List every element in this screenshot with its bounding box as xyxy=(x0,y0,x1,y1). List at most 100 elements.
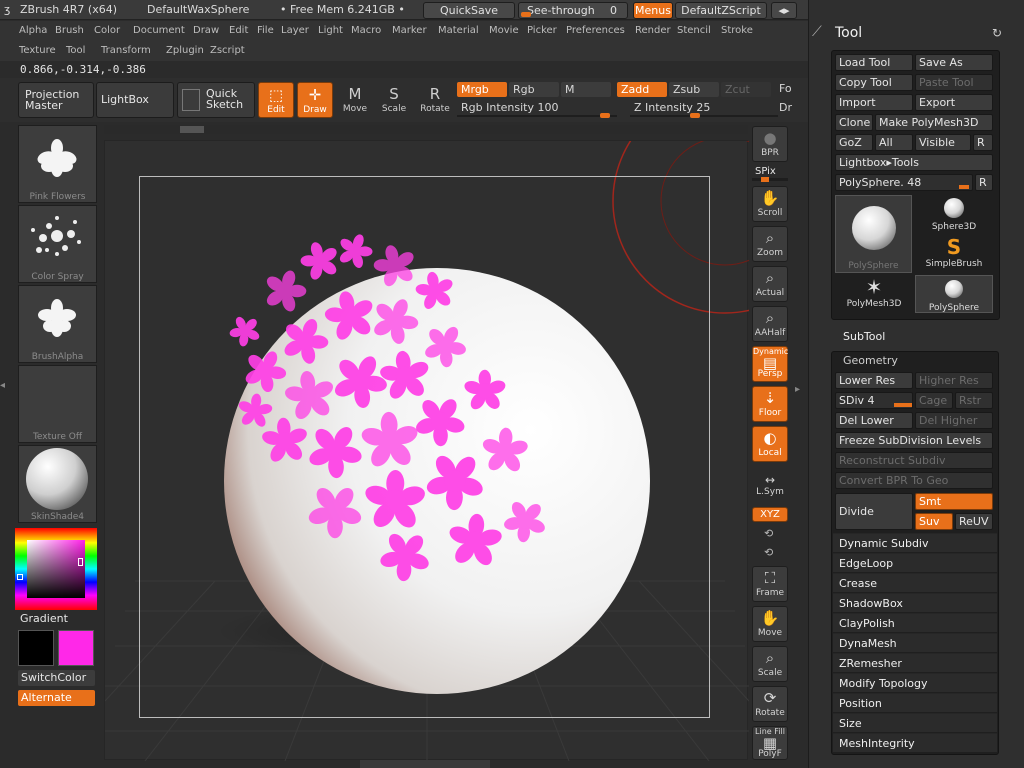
lower-res-button[interactable]: Lower Res xyxy=(835,372,913,389)
secondary-color-swatch[interactable] xyxy=(58,630,94,666)
see-through-slider[interactable]: See-through 0 xyxy=(518,2,628,19)
goz-button[interactable]: GoZ xyxy=(835,134,873,151)
primary-color-swatch[interactable] xyxy=(18,630,54,666)
edgeloop-section[interactable]: EdgeLoop xyxy=(833,553,997,572)
lsym-button[interactable]: ↔ L.Sym xyxy=(752,472,788,502)
local-button[interactable]: ◐ Local xyxy=(752,426,788,462)
crease-section[interactable]: Crease xyxy=(833,573,997,592)
menu-texture[interactable]: Texture xyxy=(19,45,56,56)
clone-button[interactable]: Clone xyxy=(835,114,873,131)
rotate-y-icon[interactable]: ⟲ xyxy=(764,527,773,540)
menu-color[interactable]: Color xyxy=(94,25,120,36)
claypolish-section[interactable]: ClayPolish xyxy=(833,613,997,632)
projection-master-button[interactable]: Projection Master xyxy=(18,82,94,118)
menu-marker[interactable]: Marker xyxy=(392,25,427,36)
save-as-button[interactable]: Save As xyxy=(915,54,993,71)
tool-panel-title[interactable]: Tool xyxy=(835,25,862,41)
tool-pin-icon[interactable]: ⟋ xyxy=(812,24,822,40)
tool-thumb-polysphere-small[interactable]: PolySphere xyxy=(915,275,993,313)
shadowbox-section[interactable]: ShadowBox xyxy=(833,593,997,612)
gradient-label[interactable]: Gradient xyxy=(20,612,68,625)
menu-picker[interactable]: Picker xyxy=(527,25,557,36)
current-tool-knob[interactable] xyxy=(959,185,969,189)
meshintegrity-section[interactable]: MeshIntegrity xyxy=(833,733,997,752)
bpr-button[interactable]: ● BPR xyxy=(752,126,788,162)
switch-color-button[interactable]: SwitchColor xyxy=(18,670,95,686)
convert-bpr-button[interactable]: Convert BPR To Geo xyxy=(835,472,993,489)
tool-thumb-polysphere-large[interactable]: PolySphere xyxy=(835,195,912,273)
edit-button[interactable]: ⬚ Edit xyxy=(258,82,294,118)
m-toggle[interactable]: M xyxy=(561,82,611,97)
smt-toggle[interactable]: Smt xyxy=(915,493,993,510)
canvas-scroll-knob[interactable] xyxy=(180,126,204,133)
menu-stencil[interactable]: Stencil xyxy=(677,25,711,36)
frame-button[interactable]: ⛶ Frame xyxy=(752,566,788,602)
move-view-button[interactable]: ✋ Move xyxy=(752,606,788,642)
rotate-z-icon[interactable]: ⟲ xyxy=(764,546,773,559)
move-button[interactable]: M Move xyxy=(337,82,373,118)
lightbox-tools-button[interactable]: Lightbox▸Tools xyxy=(835,154,993,171)
menu-stroke[interactable]: Stroke xyxy=(721,25,753,36)
zadd-toggle[interactable]: Zadd xyxy=(617,82,667,97)
menu-zscript[interactable]: Zscript xyxy=(210,45,245,56)
spix-label[interactable]: SPix xyxy=(755,166,776,177)
right-tray-arrow-icon[interactable]: ▸ xyxy=(795,384,805,408)
zoom-button[interactable]: ⌕ Zoom xyxy=(752,226,788,262)
menu-zplugin[interactable]: Zplugin xyxy=(166,45,204,56)
draw-size-label[interactable]: Dr xyxy=(779,101,792,114)
paste-tool-button[interactable]: Paste Tool xyxy=(915,74,993,91)
lightbox-button[interactable]: LightBox xyxy=(96,82,174,118)
current-tool-slider[interactable]: PolySphere. 48 xyxy=(835,174,973,191)
menu-movie[interactable]: Movie xyxy=(489,25,519,36)
saturation-marker[interactable] xyxy=(78,558,83,566)
modify-topology-section[interactable]: Modify Topology xyxy=(833,673,997,692)
scale-view-button[interactable]: ⌕ Scale xyxy=(752,646,788,682)
menus-button[interactable]: Menus xyxy=(633,2,673,19)
spix-knob[interactable] xyxy=(761,177,769,182)
zcut-toggle[interactable]: Zcut xyxy=(721,82,771,97)
z-intensity-slider[interactable]: Z Intensity 25 xyxy=(630,100,778,118)
menu-edit[interactable]: Edit xyxy=(229,25,248,36)
left-tray-arrow-icon[interactable]: ◂ xyxy=(0,380,10,404)
zsub-toggle[interactable]: Zsub xyxy=(669,82,719,97)
rgb-intensity-knob[interactable] xyxy=(600,113,610,118)
refresh-icon[interactable]: ↻ xyxy=(992,26,1002,40)
bottom-tray-handle[interactable] xyxy=(360,760,490,768)
menu-draw[interactable]: Draw xyxy=(193,25,219,36)
actual-button[interactable]: ⌕ Actual xyxy=(752,266,788,302)
import-button[interactable]: Import xyxy=(835,94,913,111)
goz-all-button[interactable]: All xyxy=(875,134,913,151)
polyf-button[interactable]: Line Fill ▦ PolyF xyxy=(752,726,788,760)
copy-tool-button[interactable]: Copy Tool xyxy=(835,74,913,91)
freeze-subdivision-button[interactable]: Freeze SubDivision Levels xyxy=(835,432,993,449)
scroll-button[interactable]: ✋ Scroll xyxy=(752,186,788,222)
tool-thumb-sphere3d[interactable]: Sphere3D xyxy=(915,195,993,233)
quick-sketch-button[interactable]: Quick Sketch xyxy=(177,82,255,118)
reconstruct-subdiv-button[interactable]: Reconstruct Subdiv xyxy=(835,452,993,469)
sdiv-knob[interactable] xyxy=(894,403,912,407)
rstr-button[interactable]: Rstr xyxy=(955,392,993,409)
menu-alpha[interactable]: Alpha xyxy=(19,25,47,36)
menu-file[interactable]: File xyxy=(257,25,274,36)
rgb-toggle[interactable]: Rgb xyxy=(509,82,559,97)
scale-button[interactable]: S Scale xyxy=(376,82,412,118)
z-intensity-knob[interactable] xyxy=(690,113,700,118)
menu-brush[interactable]: Brush xyxy=(55,25,84,36)
menu-layer[interactable]: Layer xyxy=(281,25,309,36)
menu-macro[interactable]: Macro xyxy=(351,25,381,36)
menu-material[interactable]: Material xyxy=(438,25,479,36)
spix-slider[interactable] xyxy=(752,177,788,182)
quicksave-button[interactable]: QuickSave xyxy=(423,2,515,19)
default-zscript-button[interactable]: DefaultZScript xyxy=(675,2,767,19)
subtool-header[interactable]: SubTool xyxy=(843,330,885,343)
floor-button[interactable]: ⇣ Floor xyxy=(752,386,788,422)
sdiv-slider[interactable]: SDiv 4 xyxy=(835,392,913,409)
dynamesh-section[interactable]: DynaMesh xyxy=(833,633,997,652)
cage-button[interactable]: Cage xyxy=(915,392,953,409)
rotate-button[interactable]: R Rotate xyxy=(417,82,453,118)
zremesher-section[interactable]: ZRemesher xyxy=(833,653,997,672)
menu-document[interactable]: Document xyxy=(133,25,185,36)
alternate-button[interactable]: Alternate xyxy=(18,690,95,706)
reuv-toggle[interactable]: ReUV xyxy=(955,513,993,530)
geometry-header[interactable]: Geometry xyxy=(843,354,898,367)
